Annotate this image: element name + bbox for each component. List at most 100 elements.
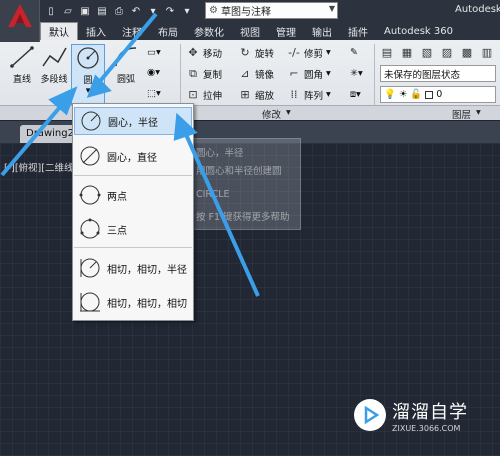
menu-item-tan-tan-tan[interactable]: 相切，相切，相切 xyxy=(74,288,192,316)
explode-icon[interactable]: ✳▾ xyxy=(350,65,363,82)
tab-layout[interactable]: 布局 xyxy=(150,22,186,40)
undo-icon[interactable]: ↶ xyxy=(129,4,143,18)
layer-freeze-icon[interactable]: ▩ xyxy=(460,46,474,60)
offset-icon[interactable]: ⧈▾ xyxy=(350,86,361,103)
copy-icon: ⧉ xyxy=(189,66,197,80)
menu-item-label: 相切，相切，半径 xyxy=(107,264,187,276)
chevron-down-icon: ▼ xyxy=(328,4,335,13)
divider xyxy=(374,44,375,110)
arc-icon xyxy=(115,47,137,67)
circle-dropdown-icon[interactable]: ▾ xyxy=(86,86,91,96)
modify-panel-title[interactable]: 修改 xyxy=(262,107,281,121)
redo-icon[interactable]: ↷ xyxy=(163,4,177,18)
new-icon[interactable]: ▯ xyxy=(44,4,58,18)
menu-item-center-diameter[interactable]: 圆心，直径 xyxy=(74,142,192,170)
circle-two-point-icon xyxy=(79,185,101,205)
circle-icon xyxy=(77,47,99,69)
workspace-label: 草图与注释 xyxy=(220,7,271,18)
lightbulb-icon: 💡 xyxy=(384,89,396,100)
layer-current-label: 0 xyxy=(436,89,443,100)
tooltip-command: CIRCLE xyxy=(196,189,230,200)
tab-parametric[interactable]: 参数化 xyxy=(186,22,232,40)
scale-button[interactable]: ⊞ 缩放 xyxy=(238,86,274,103)
tab-annotate[interactable]: 注释 xyxy=(114,22,150,40)
arc-button[interactable]: 圆弧 xyxy=(108,44,144,102)
layer-properties-icon[interactable]: ▤ xyxy=(380,46,394,60)
scale-icon: ⊞ xyxy=(240,88,250,101)
divider xyxy=(180,44,181,110)
layer-isolate-icon[interactable]: ▨ xyxy=(440,46,454,60)
sun-icon: ☀ xyxy=(398,89,408,100)
polyline-icon xyxy=(42,47,67,67)
save-as-icon[interactable]: ▤ xyxy=(95,4,109,18)
workspace-selector[interactable]: ⚙ 草图与注释 ▼ xyxy=(205,2,338,19)
chevron-down-icon[interactable]: ▾ xyxy=(286,107,291,118)
tab-view[interactable]: 视图 xyxy=(232,22,268,40)
circle-tangent-radius-icon xyxy=(80,258,100,278)
rotate-button[interactable]: ↻ 旋转 xyxy=(238,44,274,61)
tab-insert[interactable]: 插入 xyxy=(78,22,114,40)
tab-manage[interactable]: 管理 xyxy=(268,22,304,40)
watermark-url: ZIXUE.3066.COM xyxy=(392,423,461,433)
layer-match-icon[interactable]: ▧ xyxy=(420,46,434,60)
erase-icon[interactable]: ✎ xyxy=(350,44,358,61)
rotate-label: 旋转 xyxy=(255,48,275,60)
layer-off-icon[interactable]: ▥ xyxy=(480,46,494,60)
array-label: 阵列 xyxy=(304,90,324,102)
tooltip-title: 圆心，半径 xyxy=(196,148,244,159)
circle-button[interactable]: 圆 ▾ xyxy=(71,44,105,106)
tab-autodesk-360[interactable]: Autodesk 360 xyxy=(376,22,461,40)
mirror-button[interactable]: ⊿ 镜像 xyxy=(238,65,274,82)
trim-button[interactable]: -/- 修剪 ▾ xyxy=(287,44,331,61)
tab-output[interactable]: 输出 xyxy=(304,22,340,40)
move-icon: ✥ xyxy=(188,46,198,59)
rotate-icon: ↻ xyxy=(240,46,250,59)
layer-state-select[interactable]: 未保存的图层状态 xyxy=(380,65,496,82)
layer-icon[interactable]: ▦ xyxy=(400,46,414,60)
move-label: 移动 xyxy=(203,48,223,60)
fillet-button[interactable]: ⌐ 圆角 ▾ xyxy=(287,65,330,82)
menu-item-two-point[interactable]: 两点 xyxy=(74,181,192,209)
hatch-icon[interactable]: ◉▾ xyxy=(147,64,160,81)
array-icon: ⁞⁞ xyxy=(290,88,298,101)
menu-item-tan-tan-radius[interactable]: 相切，相切，半径 xyxy=(74,254,192,282)
menu-item-label: 圆心，直径 xyxy=(107,152,157,164)
arc-label: 圆弧 xyxy=(116,75,135,85)
array-button[interactable]: ⁞⁞ 阵列 ▾ xyxy=(287,86,331,103)
circle-label: 圆 xyxy=(83,76,93,86)
menu-item-three-point[interactable]: 三点 xyxy=(74,215,192,243)
tab-plugins[interactable]: 插件 xyxy=(340,22,376,40)
polyline-button[interactable]: 多段线 xyxy=(36,44,72,102)
layer-select[interactable]: 💡 ☀ 🔓 0 xyxy=(380,86,496,103)
tab-default[interactable]: 默认 xyxy=(40,22,78,40)
scale-label: 缩放 xyxy=(255,90,275,102)
lock-icon: 🔓 xyxy=(410,89,423,100)
divider xyxy=(74,247,192,248)
rectangle-icon[interactable]: ▭▾ xyxy=(147,44,161,61)
stretch-button[interactable]: ⊡ 拉伸 xyxy=(186,86,222,103)
save-icon[interactable]: ▣ xyxy=(78,4,92,18)
undo-dropdown-icon[interactable]: ▾ xyxy=(146,4,160,18)
stretch-label: 拉伸 xyxy=(203,90,223,102)
drawing-tab[interactable]: Drawing2 xyxy=(20,125,80,143)
copy-label: 复制 xyxy=(203,69,223,81)
copy-button[interactable]: ⧉ 复制 xyxy=(186,65,222,82)
tooltip-help: 按 F1 键获得更多帮助 xyxy=(196,212,290,223)
print-icon[interactable]: ⎙ xyxy=(112,4,126,18)
chevron-down-icon[interactable]: ▾ xyxy=(476,107,481,118)
line-button[interactable]: 直线 xyxy=(4,44,40,102)
application-menu-button[interactable] xyxy=(0,0,40,42)
autocad-logo-icon xyxy=(8,4,32,27)
open-icon[interactable]: ▱ xyxy=(61,4,75,18)
watermark-name: 溜溜自学 xyxy=(392,401,468,423)
move-button[interactable]: ✥ 移动 xyxy=(186,44,222,61)
circle-tangent-tangent-icon xyxy=(80,292,100,312)
app-title: Autodesk xyxy=(455,4,500,15)
menu-item-center-radius[interactable]: 圆心，半径 xyxy=(74,107,192,135)
fillet-icon: ⌐ xyxy=(289,67,299,80)
region-icon[interactable]: ⬚▾ xyxy=(147,85,161,102)
layers-panel-title[interactable]: 图层 xyxy=(452,107,471,121)
redo-dropdown-icon[interactable]: ▾ xyxy=(180,4,194,18)
line-label: 直线 xyxy=(12,75,31,85)
menu-item-label: 相切，相切，相切 xyxy=(107,298,187,310)
